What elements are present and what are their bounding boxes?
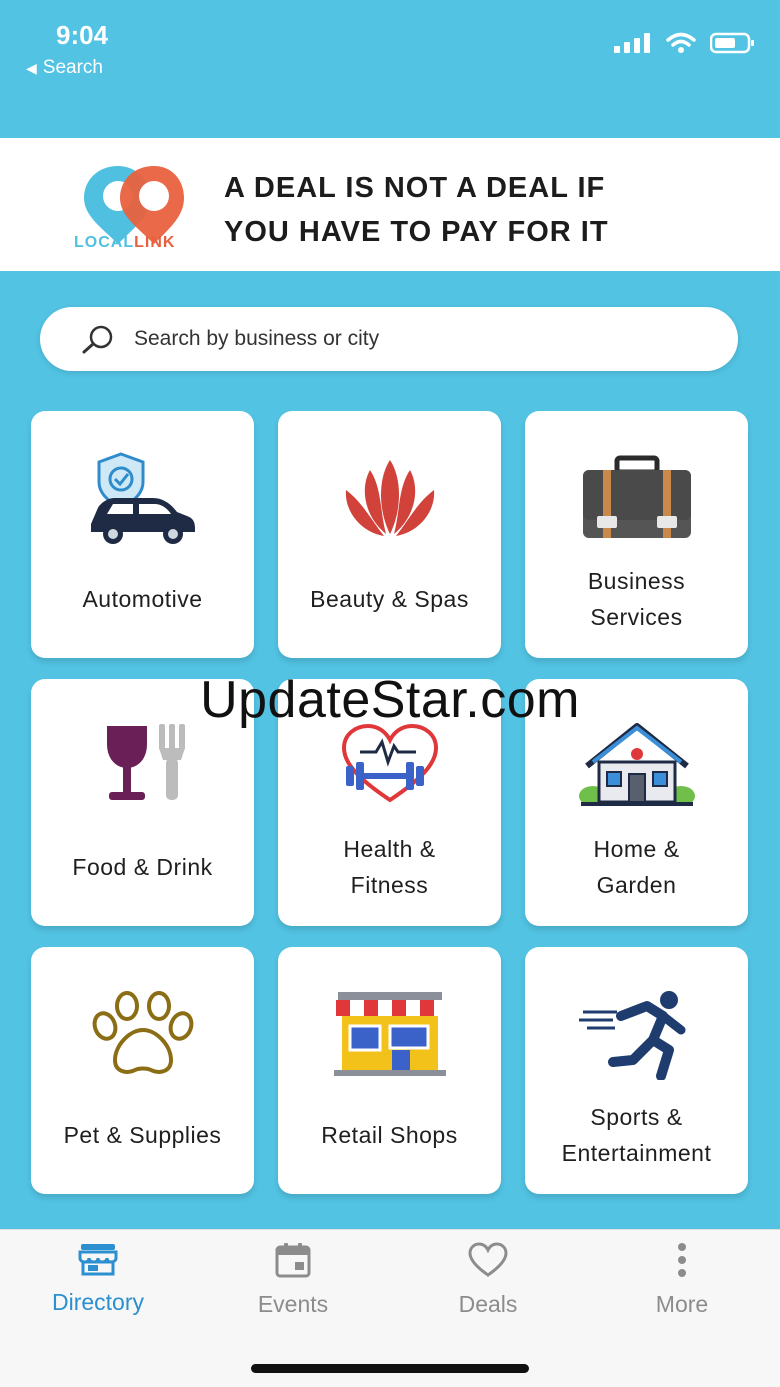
battery-icon bbox=[710, 32, 754, 54]
category-label: Sports & bbox=[590, 1104, 683, 1130]
back-triangle-icon: ◀ bbox=[26, 60, 37, 76]
paw-icon bbox=[92, 991, 193, 1074]
status-time: 9:04 bbox=[56, 20, 109, 50]
car-shield-icon bbox=[90, 451, 195, 544]
category-beauty-spas[interactable]: Beauty & Spas bbox=[278, 411, 501, 658]
category-label: Retail Shops bbox=[321, 1122, 458, 1148]
category-sports-entertainment[interactable]: Sports & Entertainment bbox=[525, 947, 748, 1194]
wifi-icon bbox=[666, 32, 696, 53]
search-icon bbox=[82, 325, 113, 354]
category-label: Health & bbox=[343, 836, 436, 862]
tagline: A DEAL IS NOT A DEAL IF YOU HAVE TO PAY … bbox=[224, 172, 609, 248]
category-pet-supplies[interactable]: Pet & Supplies bbox=[31, 947, 254, 1194]
tab-label: Events bbox=[257, 1291, 329, 1317]
promo-banner: LOCALLINK A DEAL IS NOT A DEAL IF YOU HA… bbox=[0, 138, 780, 271]
category-business-services[interactable]: Business Services bbox=[525, 411, 748, 658]
calendar-icon bbox=[275, 1243, 311, 1278]
runner-icon bbox=[578, 991, 685, 1080]
lotus-icon bbox=[345, 460, 434, 536]
category-label: Beauty & Spas bbox=[310, 586, 469, 612]
tab-directory[interactable]: Directory bbox=[18, 1242, 178, 1316]
tab-events[interactable]: Events bbox=[213, 1242, 373, 1318]
status-icons bbox=[614, 32, 756, 54]
signal-icon bbox=[614, 33, 650, 53]
house-icon bbox=[578, 723, 695, 806]
more-vertical-icon bbox=[678, 1243, 686, 1277]
category-grid: Automotive Beauty & Spas Business Servic… bbox=[31, 411, 748, 1194]
tab-label: More bbox=[655, 1291, 709, 1317]
category-label: Pet & Supplies bbox=[63, 1122, 222, 1148]
category-retail-shops[interactable]: Retail Shops bbox=[278, 947, 501, 1194]
heart-dumbbell-icon bbox=[341, 723, 438, 803]
tab-label: Deals bbox=[458, 1291, 518, 1317]
watermark: UpdateStar.com bbox=[200, 671, 580, 729]
status-bar: 9:04 ◀ Search bbox=[0, 0, 780, 138]
tab-deals[interactable]: Deals bbox=[408, 1242, 568, 1318]
category-automotive[interactable]: Automotive bbox=[31, 411, 254, 658]
tab-label: Directory bbox=[51, 1289, 144, 1315]
briefcase-icon bbox=[582, 455, 691, 538]
category-label: Automotive bbox=[82, 586, 203, 612]
heart-icon bbox=[468, 1242, 508, 1277]
storefront-icon bbox=[333, 992, 446, 1076]
back-to-search-link[interactable]: ◀ Search bbox=[26, 57, 103, 79]
store-icon bbox=[78, 1244, 118, 1276]
category-label: Home & bbox=[593, 836, 680, 862]
logo-text: LOCALLINK bbox=[74, 234, 176, 251]
wine-fork-icon bbox=[106, 724, 185, 800]
category-label: Food & Drink bbox=[72, 854, 213, 880]
search-input[interactable]: Search by business or city bbox=[40, 307, 738, 371]
category-label: Business bbox=[587, 568, 686, 594]
tab-more[interactable]: More bbox=[602, 1242, 762, 1318]
back-link-label: Search bbox=[42, 57, 103, 78]
search-placeholder: Search by business or city bbox=[134, 327, 380, 350]
home-indicator bbox=[251, 1364, 529, 1373]
